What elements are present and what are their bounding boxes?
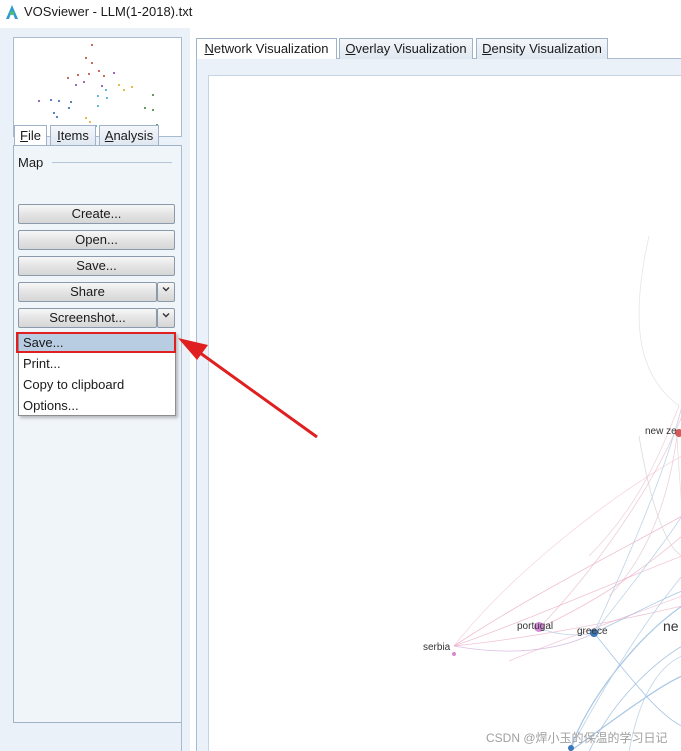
panel-divider [181, 145, 182, 751]
map-group-divider [52, 162, 172, 163]
node-label-netherlands[interactable]: ne [663, 618, 679, 634]
annotation-highlight-box [16, 332, 176, 353]
menu-item-copy-to-clipboard[interactable]: Copy to clipboard [19, 375, 175, 395]
tab-file-mnemonic: F [20, 128, 28, 143]
tab-overlay-label: verlay Visualization [355, 41, 467, 56]
tab-analysis-label: nalysis [113, 128, 154, 143]
tab-density-mnemonic: D [482, 41, 492, 56]
node-label-portugal[interactable]: portugal [517, 621, 553, 632]
open-button[interactable]: Open... [18, 230, 175, 250]
chevron-down-icon [162, 313, 170, 318]
overview-map[interactable] [13, 37, 182, 137]
menu-item-print[interactable]: Print... [19, 354, 175, 374]
tab-items[interactable]: Items [50, 125, 96, 145]
tab-overlay-visualization[interactable]: Overlay Visualization [339, 38, 473, 59]
title-bar: VOSviewer - LLM(1-2018).txt [0, 0, 681, 24]
tab-items-label: tems [60, 128, 89, 143]
tab-analysis[interactable]: Analysis [99, 125, 159, 145]
share-dropdown-button[interactable] [157, 282, 175, 302]
node-label-new-zealand[interactable]: new ze [645, 426, 677, 437]
share-button[interactable]: Share [18, 282, 157, 302]
chevron-down-icon [162, 287, 170, 292]
tab-density-label: ensity Visualization [491, 41, 602, 56]
tab-network-visualization[interactable]: Network Visualization [196, 38, 337, 59]
create-button[interactable]: Create... [18, 204, 175, 224]
tab-file[interactable]: File [14, 125, 47, 146]
tab-network-mnemonic: N [204, 41, 214, 56]
tab-network-label: etwork Visualization [213, 41, 329, 56]
vosviewer-app-icon [6, 5, 18, 19]
node-label-greece[interactable]: greece [577, 626, 608, 637]
screenshot-button[interactable]: Screenshot... [18, 308, 157, 328]
window-title: VOSviewer - LLM(1-2018).txt [24, 4, 193, 19]
watermark-text: CSDN @焊小玉的保温的学习日记 [486, 731, 668, 745]
network-canvas[interactable]: new ze portugal greece ne serbia [208, 75, 681, 751]
menu-item-options[interactable]: Options... [19, 396, 175, 416]
tab-file-label: ile [27, 128, 41, 143]
save-button[interactable]: Save... [18, 256, 175, 276]
screenshot-dropdown-button[interactable] [157, 308, 175, 328]
node-label-serbia[interactable]: serbia [423, 642, 450, 653]
tab-density-visualization[interactable]: Density Visualization [476, 38, 608, 59]
map-group-label: Map [18, 155, 44, 170]
tab-overlay-mnemonic: O [345, 41, 356, 56]
overview-map-points [38, 44, 158, 135]
